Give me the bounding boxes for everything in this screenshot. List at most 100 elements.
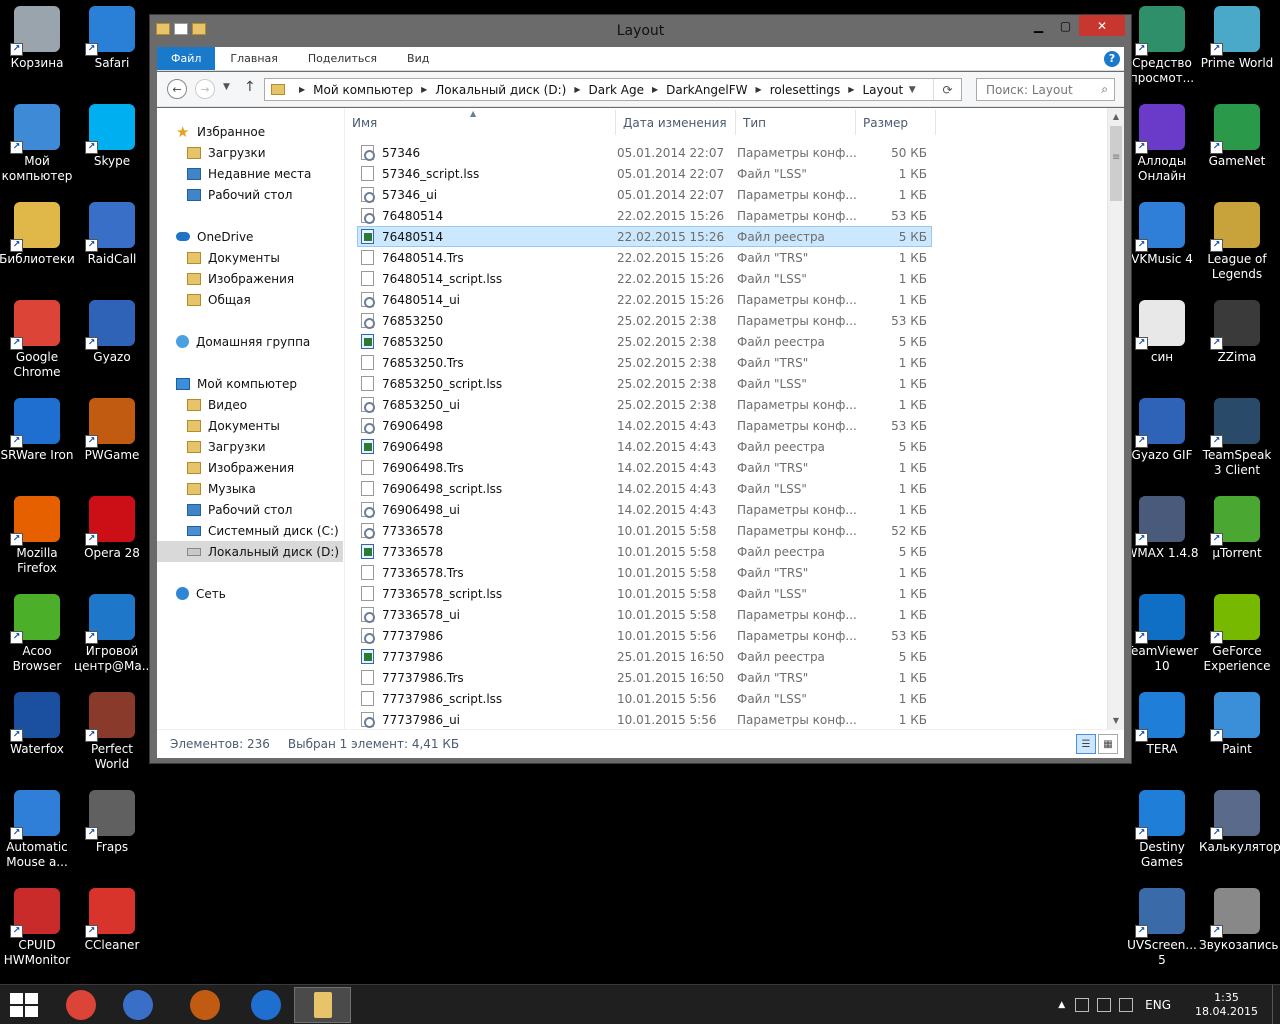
- file-row[interactable]: 76853250.Trs 25.02.2015 2:38 Файл "TRS" 1 К…: [357, 352, 932, 373]
- desktop-shortcut[interactable]: ↗ GameNet: [1199, 98, 1275, 169]
- desktop-shortcut[interactable]: ↗ Automatic Mouse a...: [0, 784, 75, 870]
- explorer-taskbar-icon[interactable]: [294, 987, 351, 1023]
- desktop-shortcut[interactable]: ↗ Средство просмот...: [1124, 0, 1200, 86]
- breadcrumb-separator-icon[interactable]: ▶: [756, 85, 762, 94]
- nav-downloads[interactable]: Загрузки: [157, 142, 344, 163]
- desktop-shortcut[interactable]: ↗ SRWare Iron: [0, 392, 75, 463]
- chrome-taskbar-icon[interactable]: [52, 987, 109, 1023]
- desktop-shortcut[interactable]: ↗ GeForce Experience: [1199, 588, 1275, 674]
- breadcrumb-separator-icon[interactable]: ▶: [652, 85, 658, 94]
- file-row[interactable]: 77336578_ui 10.01.2015 5:58 Параметры конф…: [357, 604, 932, 625]
- desktop-shortcut[interactable]: ↗ Библиотеки: [0, 196, 75, 267]
- action-center-icon[interactable]: [1119, 998, 1134, 1012]
- file-row[interactable]: 77336578 10.01.2015 5:58 Файл реестра 5 КБ: [357, 541, 932, 562]
- file-row[interactable]: 57346_ui 05.01.2014 22:07 Параметры конф..…: [357, 184, 932, 205]
- file-row[interactable]: 76853250 25.02.2015 2:38 Параметры конф...…: [357, 310, 932, 331]
- desktop-shortcut[interactable]: ↗ Fraps: [74, 784, 150, 855]
- desktop-shortcut[interactable]: ↗ Opera 28: [74, 490, 150, 561]
- column-header-size[interactable]: Размер: [856, 110, 936, 135]
- file-row[interactable]: 76480514_ui 22.02.2015 15:26 Параметры кон…: [357, 289, 932, 310]
- up-button[interactable]: ↑: [244, 79, 256, 95]
- nav-recent-places[interactable]: Недавние места: [157, 163, 344, 184]
- desktop-shortcut[interactable]: ↗ ZZima: [1199, 294, 1275, 365]
- desktop-shortcut[interactable]: ↗ Paint: [1199, 686, 1275, 757]
- file-row[interactable]: 77737986 25.01.2015 16:50 Файл реестра 5 КБ: [357, 646, 932, 667]
- breadcrumb-separator-icon[interactable]: ▶: [299, 85, 305, 94]
- scrollbar-thumb[interactable]: [1110, 126, 1122, 201]
- file-row[interactable]: 76906498 14.02.2015 4:43 Файл реестра 5 КБ: [357, 436, 932, 457]
- show-desktop-button[interactable]: [1272, 985, 1280, 1024]
- start-button[interactable]: [10, 993, 38, 1017]
- clock[interactable]: 1:35 18.04.2015: [1195, 991, 1258, 1019]
- desktop-shortcut[interactable]: ↗ µTorrent: [1199, 490, 1275, 561]
- breadcrumb-item[interactable]: DarkAngelFW: [666, 83, 747, 97]
- breadcrumb-item[interactable]: rolesettings: [770, 83, 841, 97]
- nav-computer-desktop[interactable]: Рабочий стол: [157, 499, 344, 520]
- desktop-shortcut[interactable]: ↗ Звукозапись: [1199, 882, 1279, 953]
- desktop-shortcut[interactable]: ↗ Destiny Games: [1124, 784, 1200, 870]
- desktop-shortcut[interactable]: ↗ League of Legends: [1199, 196, 1275, 282]
- column-header-type[interactable]: Тип: [736, 110, 856, 135]
- desktop-shortcut[interactable]: ↗ Корзина: [0, 0, 75, 71]
- maximize-button[interactable]: ▢: [1052, 15, 1079, 36]
- nav-local-drive-d[interactable]: Локальный диск (D:): [157, 541, 343, 562]
- desktop-shortcut[interactable]: ↗ VKMusic 4: [1124, 196, 1200, 267]
- breadcrumb-item[interactable]: Dark Age: [588, 83, 644, 97]
- volume-tray-icon[interactable]: [1097, 998, 1112, 1012]
- srware-iron-taskbar-icon[interactable]: [237, 987, 294, 1023]
- file-row[interactable]: 76480514.Trs 22.02.2015 15:26 Файл "TRS" 1 …: [357, 247, 932, 268]
- close-button[interactable]: ✕: [1079, 15, 1125, 36]
- desktop-shortcut[interactable]: ↗ TERA: [1124, 686, 1200, 757]
- desktop-shortcut[interactable]: ↗ TeamViewer 10: [1124, 588, 1200, 674]
- desktop-shortcut[interactable]: ↗ Skype: [74, 98, 150, 169]
- search-icon[interactable]: ⌕: [1101, 82, 1108, 97]
- desktop-shortcut[interactable]: ↗ PWGame: [74, 392, 150, 463]
- nav-desktop[interactable]: Рабочий стол: [157, 184, 344, 205]
- file-row[interactable]: 77336578.Trs 10.01.2015 5:58 Файл "TRS" 1 К…: [357, 562, 932, 583]
- show-hidden-icons-icon[interactable]: ▲: [1058, 1000, 1065, 1010]
- tab-share[interactable]: Поделиться: [293, 47, 392, 70]
- tab-file[interactable]: Файл: [157, 47, 216, 70]
- desktop-shortcut[interactable]: ↗ Калькулятор: [1199, 784, 1280, 855]
- back-button[interactable]: ←: [167, 79, 187, 99]
- language-indicator[interactable]: ENG: [1145, 998, 1171, 1012]
- desktop-shortcut[interactable]: ↗ WMAX 1.4.8: [1124, 490, 1200, 561]
- nav-onedrive-pictures[interactable]: Изображения: [157, 268, 344, 289]
- desktop-shortcut[interactable]: ↗ Safari: [74, 0, 150, 71]
- file-row[interactable]: 76906498 14.02.2015 4:43 Параметры конф...…: [357, 415, 932, 436]
- nav-onedrive-documents[interactable]: Документы: [157, 247, 344, 268]
- breadcrumb-separator-icon[interactable]: ▶: [848, 85, 854, 94]
- desktop-shortcut[interactable]: ↗ Prime World: [1199, 0, 1275, 71]
- nav-system-drive-c[interactable]: Системный диск (C:): [157, 520, 344, 541]
- desktop-shortcut[interactable]: ↗ UVScreen... 5: [1124, 882, 1200, 968]
- nav-documents[interactable]: Документы: [157, 415, 344, 436]
- desktop-shortcut[interactable]: ↗ Perfect World: [74, 686, 150, 772]
- help-icon[interactable]: ?: [1104, 50, 1120, 67]
- nav-music[interactable]: Музыка: [157, 478, 344, 499]
- address-dropdown-icon[interactable]: ▼: [903, 85, 921, 95]
- large-icons-view-icon[interactable]: ▦: [1098, 734, 1118, 754]
- nav-onedrive-public[interactable]: Общая: [157, 289, 344, 310]
- desktop-shortcut[interactable]: ↗ Mozilla Firefox: [0, 490, 75, 576]
- raidcall-taskbar-icon[interactable]: [109, 987, 166, 1023]
- network-tray-icon[interactable]: [1075, 998, 1090, 1012]
- file-row[interactable]: 76480514 22.02.2015 15:26 Файл реестра 5 КБ: [357, 226, 932, 247]
- desktop-shortcut[interactable]: ↗ RaidCall: [74, 196, 150, 267]
- vertical-scrollbar[interactable]: ▲ ▼: [1107, 108, 1124, 729]
- desktop-shortcut[interactable]: ↗ CPUID HWMonitor: [0, 882, 75, 968]
- nav-network[interactable]: Сеть: [157, 583, 344, 604]
- file-row[interactable]: 77737986_script.lss 10.01.2015 5:56 Файл "…: [357, 688, 932, 709]
- recent-locations-dropdown[interactable]: ▼: [223, 82, 230, 92]
- desktop-shortcut[interactable]: ↗ син: [1124, 294, 1200, 365]
- file-row[interactable]: 76853250 25.02.2015 2:38 Файл реестра 5 КБ: [357, 331, 932, 352]
- nav-computer-downloads[interactable]: Загрузки: [157, 436, 344, 457]
- address-bar[interactable]: ▶ Мой компьютер ▶ Локальный диск (D:) ▶ Dark …: [264, 78, 962, 101]
- file-row[interactable]: 77737986_ui 10.01.2015 5:56 Параметры конф…: [357, 709, 932, 729]
- title-bar[interactable]: Layout ▁ ▢ ✕: [150, 15, 1131, 47]
- desktop-shortcut[interactable]: ↗ Аллоды Онлайн: [1124, 98, 1200, 184]
- file-row[interactable]: 76853250_script.lss 25.02.2015 2:38 Файл "…: [357, 373, 932, 394]
- desktop-shortcut[interactable]: ↗ Gyazo GIF: [1124, 392, 1200, 463]
- desktop-shortcut[interactable]: ↗ Игровой центр@Ma...: [74, 588, 153, 674]
- column-header-name[interactable]: ▲ Имя: [345, 109, 616, 135]
- file-row[interactable]: 77336578 10.01.2015 5:58 Параметры конф...…: [357, 520, 932, 541]
